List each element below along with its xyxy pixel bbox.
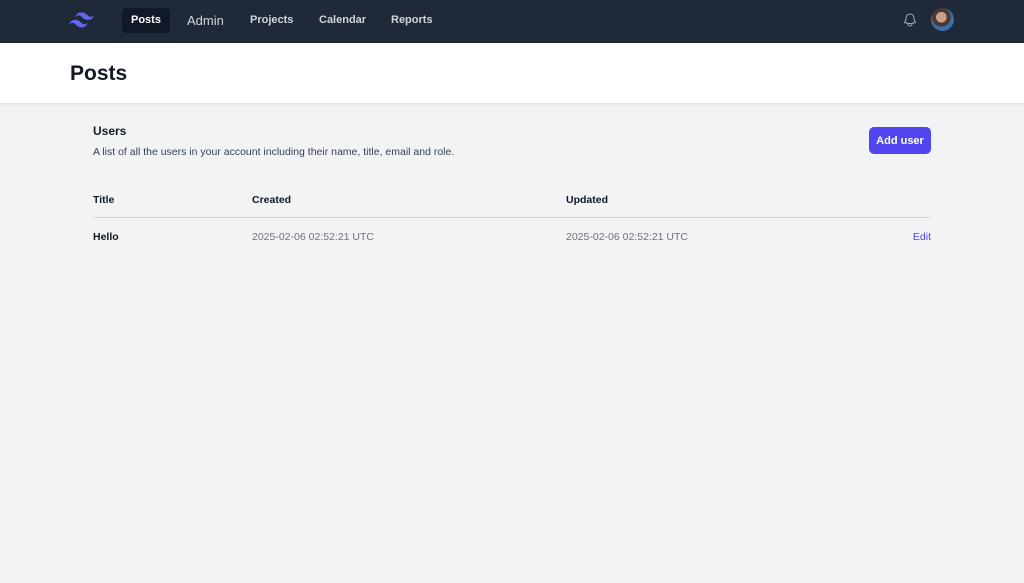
cell-created: 2025-02-06 02:52:21 UTC bbox=[252, 231, 374, 243]
user-avatar[interactable] bbox=[931, 8, 954, 31]
cell-updated: 2025-02-06 02:52:21 UTC bbox=[566, 231, 688, 243]
add-user-button[interactable]: Add user bbox=[869, 127, 931, 154]
column-header-created: Created bbox=[252, 194, 292, 206]
table-header-divider bbox=[93, 217, 931, 218]
nav-item-reports[interactable]: Reports bbox=[382, 8, 442, 33]
column-header-updated: Updated bbox=[566, 194, 608, 206]
section-description: A list of all the users in your account … bbox=[93, 146, 455, 158]
nav-item-admin[interactable]: Admin bbox=[178, 8, 233, 33]
edit-link[interactable]: Edit bbox=[913, 231, 931, 243]
nav-item-projects[interactable]: Projects bbox=[241, 8, 302, 33]
nav-item-calendar[interactable]: Calendar bbox=[310, 8, 375, 33]
section-title: Users bbox=[93, 124, 127, 138]
page-header: Posts bbox=[0, 43, 1024, 104]
logo-icon[interactable] bbox=[69, 10, 94, 30]
nav-item-posts[interactable]: Posts bbox=[122, 8, 170, 33]
bell-icon[interactable] bbox=[902, 11, 918, 29]
column-header-title: Title bbox=[93, 194, 115, 206]
page-title: Posts bbox=[70, 62, 128, 85]
cell-title: Hello bbox=[93, 231, 119, 243]
top-navigation: Posts Admin Projects Calendar Reports bbox=[0, 0, 1024, 43]
